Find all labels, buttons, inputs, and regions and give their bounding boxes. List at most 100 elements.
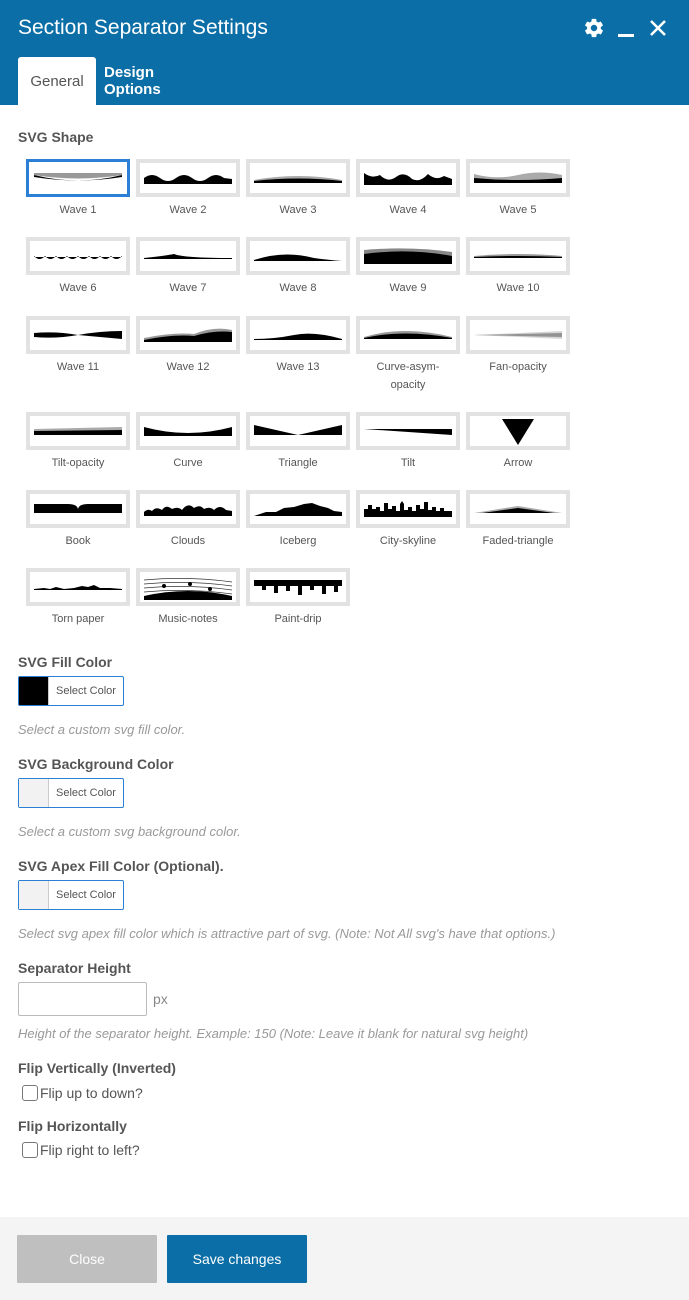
shape-option-wave-12[interactable]: Wave 12	[136, 316, 240, 376]
separator-height-input[interactable]	[18, 982, 147, 1016]
flip-vertical-option: Flip up to down?	[40, 1085, 143, 1101]
shape-option-wave-7[interactable]: Wave 7	[136, 237, 240, 297]
shape-option-torn-paper[interactable]: Torn paper	[26, 568, 130, 628]
separator-height-unit: px	[153, 991, 168, 1007]
shape-name: Fan-opacity	[489, 361, 547, 373]
music-notes-preview	[136, 568, 240, 606]
flip-horizontal-label: Flip Horizontally	[18, 1118, 127, 1134]
shape-option-triangle[interactable]: Triangle	[246, 412, 350, 472]
faded-triangle-preview	[466, 490, 570, 528]
shape-name: Wave 12	[166, 361, 210, 373]
dialog-header: Section Separator Settings General Desig…	[0, 0, 689, 105]
shape-option-curve[interactable]: Curve	[136, 412, 240, 472]
wave-10-preview	[466, 237, 570, 275]
dialog-footer: Close Save changes	[0, 1217, 689, 1300]
shape-option-wave-1[interactable]: Wave 1	[26, 159, 130, 219]
shape-option-clouds[interactable]: Clouds	[136, 490, 240, 550]
shape-option-city-skyline[interactable]: City-skyline	[356, 490, 460, 550]
shape-option-music-notes[interactable]: Music-notes	[136, 568, 240, 628]
wave-5-preview	[466, 159, 570, 197]
shape-name: Wave 1	[59, 204, 97, 216]
shape-name: Wave 11	[56, 361, 100, 373]
shape-option-wave-3[interactable]: Wave 3	[246, 159, 350, 219]
shape-name: Arrow	[503, 457, 533, 469]
shape-option-faded-triangle[interactable]: Faded-triangle	[466, 490, 570, 550]
select-color-label: Select Color	[56, 685, 116, 697]
shape-option-wave-11[interactable]: Wave 11	[26, 316, 130, 376]
flip-horizontal-checkbox[interactable]	[22, 1142, 38, 1158]
wave-6-preview	[26, 237, 130, 275]
background-color-picker[interactable]: Select Color	[18, 778, 124, 808]
wave-9-preview	[356, 237, 460, 275]
shape-option-wave-4[interactable]: Wave 4	[356, 159, 460, 219]
select-color-label: Select Color	[56, 889, 116, 901]
wave-1-preview	[26, 159, 130, 197]
shape-option-wave-10[interactable]: Wave 10	[466, 237, 570, 297]
dialog-title: Section Separator Settings	[18, 16, 268, 39]
apex-color-label: SVG Apex Fill Color (Optional).	[18, 858, 224, 874]
shape-option-book[interactable]: Book	[26, 490, 130, 550]
flip-vertical-checkbox[interactable]	[22, 1085, 38, 1101]
clouds-preview	[136, 490, 240, 528]
save-changes-button[interactable]: Save changes	[167, 1235, 307, 1283]
wave-2-preview	[136, 159, 240, 197]
background-color-label: SVG Background Color	[18, 756, 174, 772]
tab-general[interactable]: General	[18, 57, 96, 105]
shape-option-wave-8[interactable]: Wave 8	[246, 237, 350, 297]
separator-height-label: Separator Height	[18, 960, 131, 976]
separator-height-hint: Height of the separator height. Example:…	[18, 1026, 529, 1041]
shape-name: Book	[65, 535, 91, 547]
flip-horizontal-option: Flip right to left?	[40, 1142, 140, 1158]
shape-name: Tilt	[400, 457, 416, 469]
apex-color-swatch	[19, 881, 49, 909]
wave-3-preview	[246, 159, 350, 197]
fill-color-picker[interactable]: Select Color	[18, 676, 124, 706]
background-color-swatch	[19, 779, 49, 807]
shape-option-wave-6[interactable]: Wave 6	[26, 237, 130, 297]
flip-vertical-row[interactable]: Flip up to down?	[22, 1085, 143, 1101]
shape-option-fan-opacity[interactable]: Fan-opacity	[466, 316, 570, 376]
flip-horizontal-row[interactable]: Flip right to left?	[22, 1142, 140, 1158]
apex-color-picker[interactable]: Select Color	[18, 880, 124, 910]
city-skyline-preview	[356, 490, 460, 528]
shape-option-arrow[interactable]: Arrow	[466, 412, 570, 472]
shape-name: Torn paper	[51, 613, 105, 625]
curve-asym-opacity-preview	[356, 316, 460, 354]
shape-name: Curve	[173, 457, 203, 469]
shape-name: Wave 3	[279, 204, 317, 216]
shape-option-wave-2[interactable]: Wave 2	[136, 159, 240, 219]
shape-name: Wave 2	[169, 204, 207, 216]
shape-option-tilt-opacity[interactable]: Tilt-opacity	[26, 412, 130, 472]
shape-option-wave-9[interactable]: Wave 9	[356, 237, 460, 297]
svg-shape-label: SVG Shape	[18, 129, 94, 145]
shape-option-paint-drip[interactable]: Paint-drip	[246, 568, 350, 628]
shape-option-wave-5[interactable]: Wave 5	[466, 159, 570, 219]
shape-option-tilt[interactable]: Tilt	[356, 412, 460, 472]
fill-color-hint: Select a custom svg fill color.	[18, 722, 186, 737]
wave-12-preview	[136, 316, 240, 354]
shape-name: Triangle	[278, 457, 318, 469]
shape-name: Wave 13	[276, 361, 320, 373]
tab-design-options[interactable]: Design Options	[104, 57, 214, 105]
curve-preview	[136, 412, 240, 450]
shape-name: Wave 10	[496, 282, 540, 294]
shape-name: Wave 8	[279, 282, 317, 294]
gear-icon[interactable]	[583, 17, 605, 39]
fill-color-swatch	[19, 677, 49, 705]
shape-option-iceberg[interactable]: Iceberg	[246, 490, 350, 550]
shape-name: Iceberg	[279, 535, 317, 547]
close-button[interactable]: Close	[17, 1235, 157, 1283]
shape-option-wave-13[interactable]: Wave 13	[246, 316, 350, 376]
shape-name: Wave 7	[169, 282, 207, 294]
fill-color-label: SVG Fill Color	[18, 654, 113, 670]
shape-name: Wave 4	[389, 204, 427, 216]
tilt-opacity-preview	[26, 412, 130, 450]
shape-name: Wave 5	[499, 204, 537, 216]
shape-option-curve-asym-opacity[interactable]: Curve-asym-opacity	[356, 316, 460, 394]
shape-name: Clouds	[170, 535, 206, 547]
tilt-preview	[356, 412, 460, 450]
close-icon[interactable]	[647, 17, 669, 39]
minimize-icon[interactable]	[615, 17, 637, 39]
triangle-preview	[246, 412, 350, 450]
arrow-preview	[466, 412, 570, 450]
